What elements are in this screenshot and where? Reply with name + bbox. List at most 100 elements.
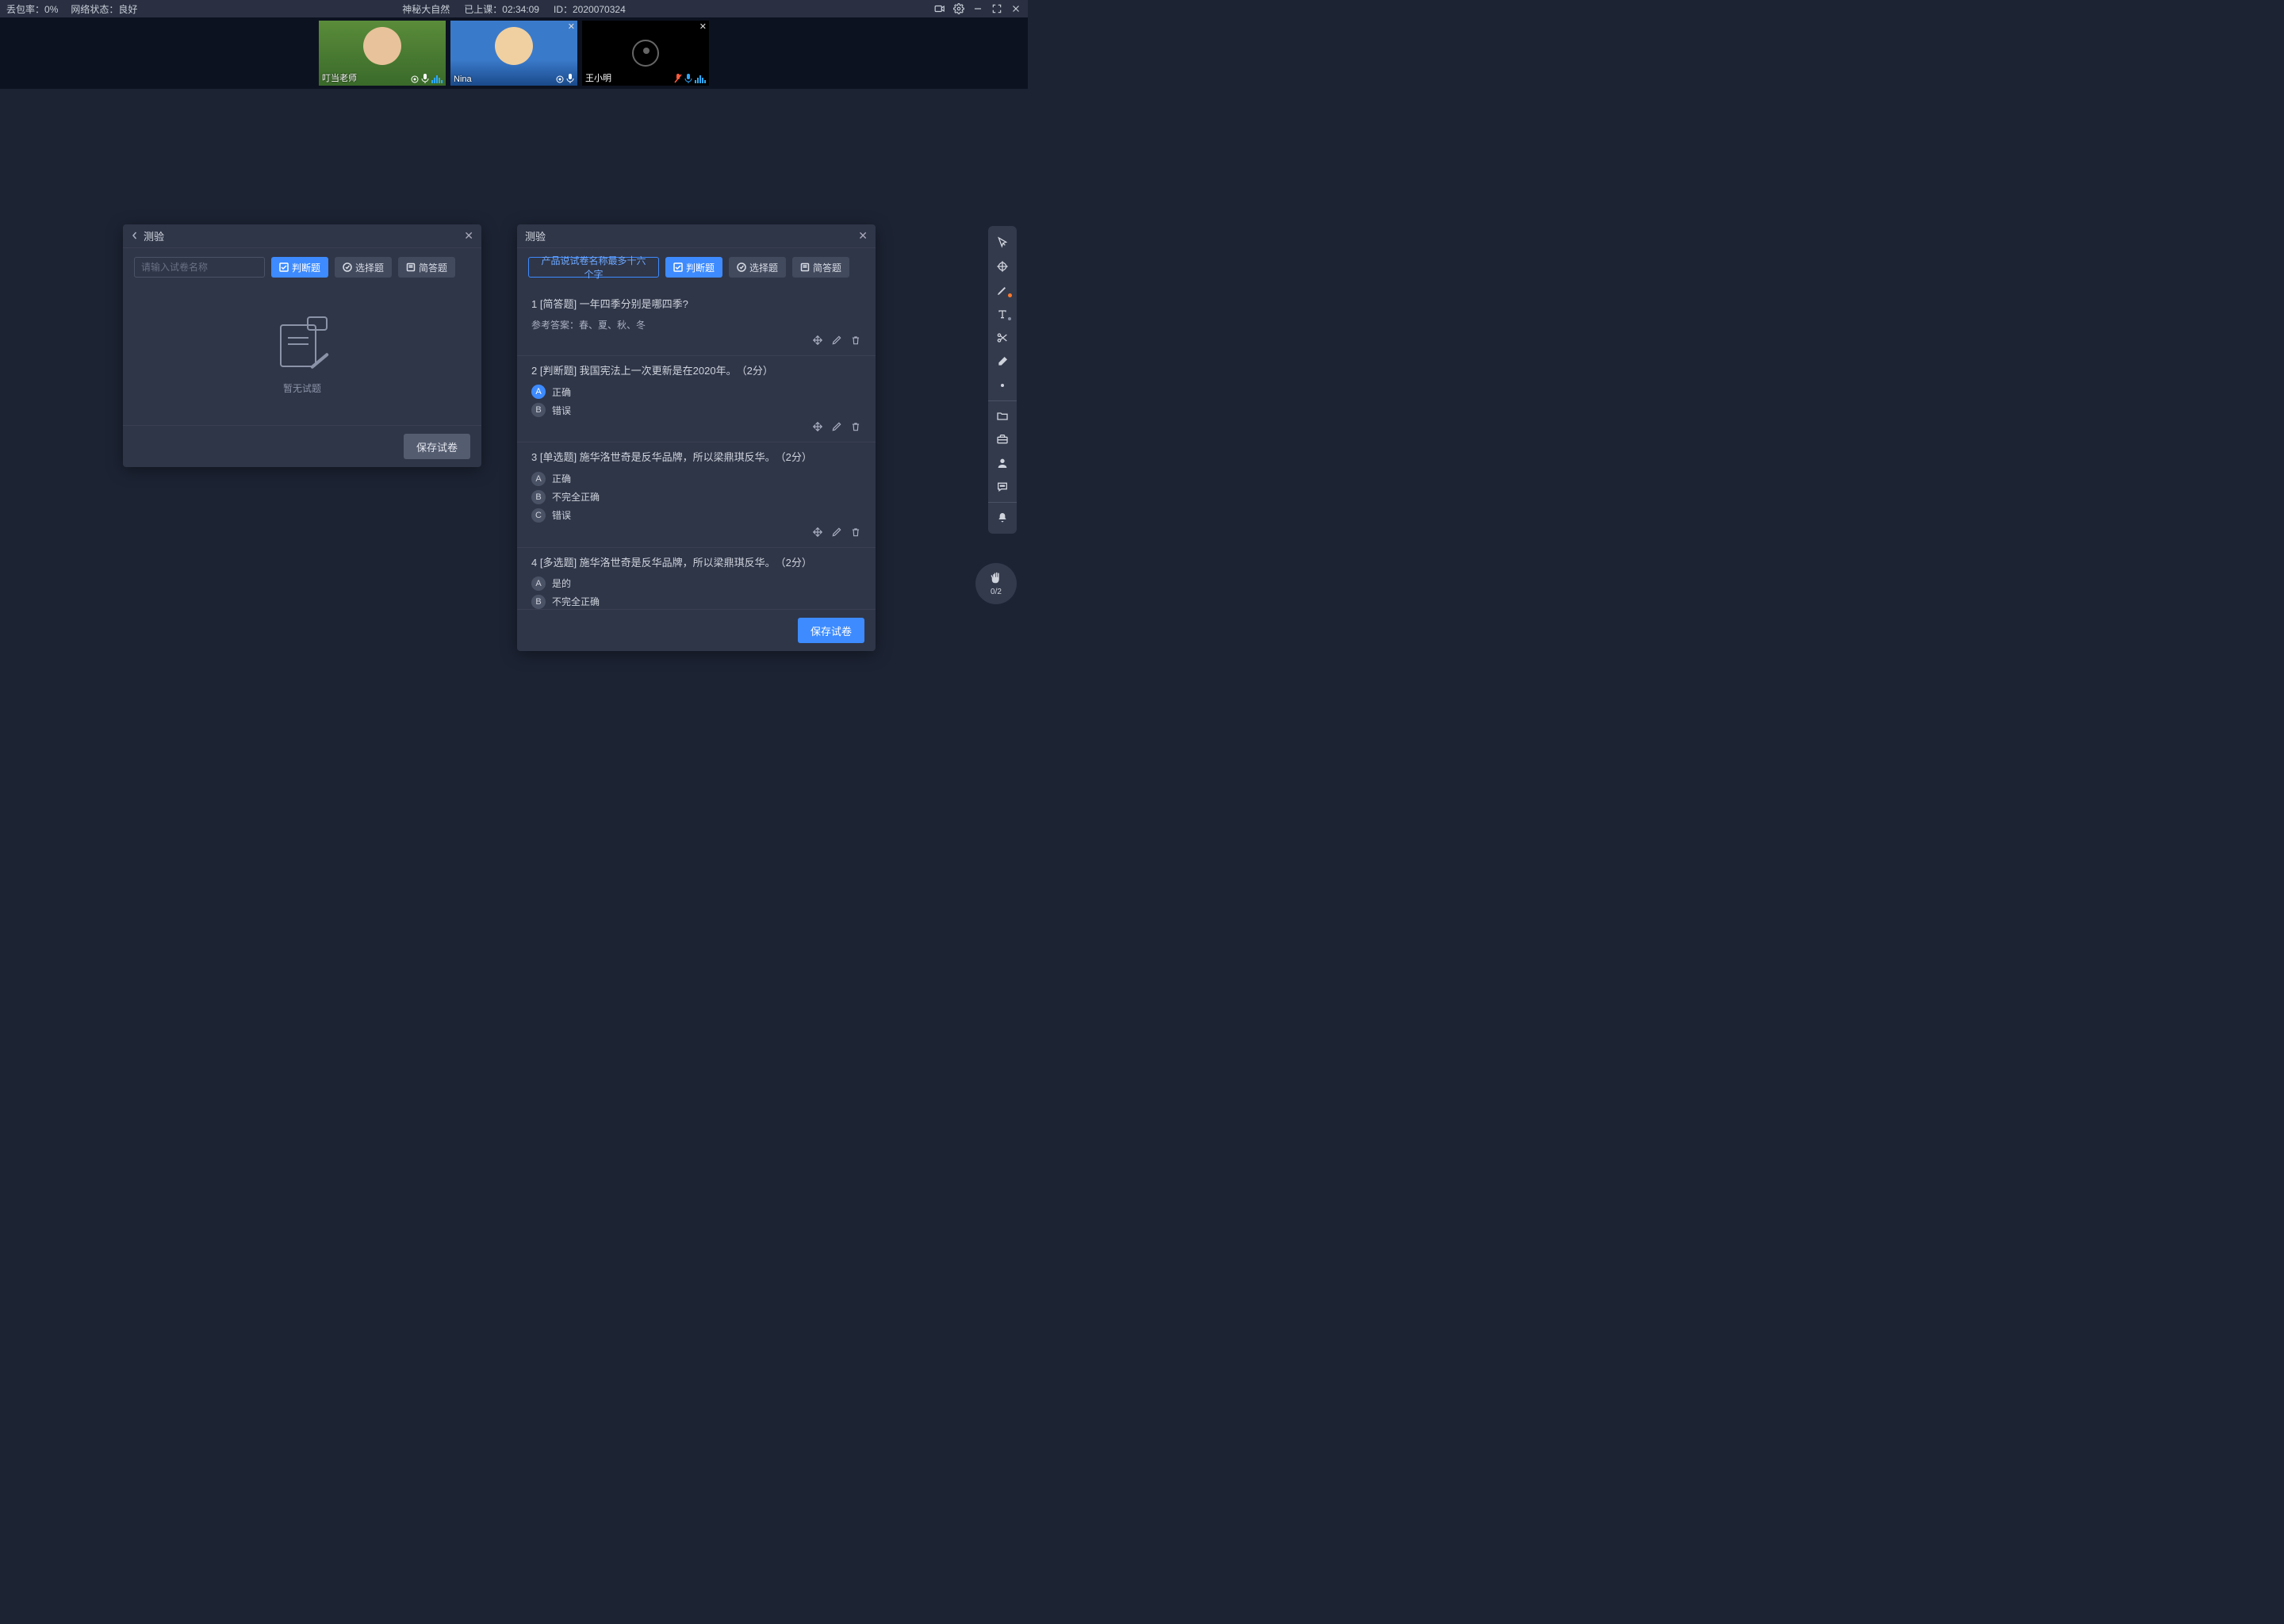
tab-short-button[interactable]: 简答题 bbox=[792, 257, 849, 278]
volume-bars-icon bbox=[695, 75, 706, 83]
move-icon[interactable] bbox=[812, 335, 823, 346]
empty-text: 暂无试题 bbox=[283, 381, 321, 395]
side-toolbar bbox=[988, 226, 1017, 534]
option-badge: A bbox=[531, 576, 546, 591]
option-badge: C bbox=[531, 508, 546, 523]
video-tile[interactable]: ✕ Nina bbox=[450, 21, 577, 86]
tab-choice-button[interactable]: 选择题 bbox=[729, 257, 786, 278]
user-tool-icon[interactable] bbox=[988, 451, 1017, 475]
question-title: 4 [多选题] 施华洛世奇是反华品牌，所以梁鼎琪反华。 （2分） bbox=[531, 556, 861, 570]
quiz-name-display[interactable]: 产品说试卷名称最多十六个字 bbox=[528, 257, 659, 278]
mic-icon bbox=[421, 74, 429, 83]
move-icon[interactable] bbox=[812, 421, 823, 432]
edit-icon[interactable] bbox=[831, 527, 842, 538]
panel-title: 测验 bbox=[144, 228, 164, 243]
delete-icon[interactable] bbox=[850, 421, 861, 432]
question-answer: 参考答案：春、夏、秋、冬 bbox=[531, 318, 861, 331]
course-name: 神秘大自然 bbox=[402, 2, 450, 16]
scissors-tool-icon[interactable] bbox=[988, 326, 1017, 350]
option-text: 错误 bbox=[552, 404, 571, 417]
mic-icon bbox=[566, 74, 574, 83]
move-icon[interactable] bbox=[812, 527, 823, 538]
camera-off-icon bbox=[632, 40, 659, 67]
mic-icon bbox=[684, 74, 692, 83]
question-actions bbox=[531, 335, 861, 346]
option-text: 是的 bbox=[552, 576, 571, 590]
tile-close-icon[interactable]: ✕ bbox=[568, 21, 575, 32]
signal-icon bbox=[411, 75, 419, 83]
question-item: 4 [多选题] 施华洛世奇是反华品牌，所以梁鼎琪反华。 （2分） A 是的 B … bbox=[517, 548, 876, 609]
option-row[interactable]: A 是的 bbox=[531, 576, 861, 591]
fullscreen-icon[interactable] bbox=[991, 3, 1002, 14]
question-actions bbox=[531, 421, 861, 432]
option-row[interactable]: C 错误 bbox=[531, 508, 861, 523]
option-text: 不完全正确 bbox=[552, 490, 600, 504]
empty-illustration-icon bbox=[270, 316, 334, 372]
network-status: 网络状态：良好 bbox=[71, 2, 137, 16]
delete-icon[interactable] bbox=[850, 335, 861, 346]
save-quiz-button[interactable]: 保存试卷 bbox=[798, 618, 864, 643]
elapsed-time: 已上课：02:34:09 bbox=[464, 2, 539, 16]
settings-icon[interactable] bbox=[953, 3, 964, 14]
tab-short-button[interactable]: 简答题 bbox=[398, 257, 455, 278]
bell-tool-icon[interactable] bbox=[988, 502, 1017, 529]
question-title: 1 [简答题] 一年四季分别是哪四季? bbox=[531, 297, 861, 312]
hand-raise-button[interactable]: 0/2 bbox=[975, 563, 1017, 604]
camera-toggle-icon[interactable] bbox=[934, 3, 945, 14]
option-badge: B bbox=[531, 595, 546, 609]
tab-judge-button[interactable]: 判断题 bbox=[271, 257, 328, 278]
brightness-tool-icon[interactable] bbox=[988, 373, 1017, 397]
text-tool-icon[interactable] bbox=[988, 302, 1017, 326]
question-list[interactable]: 1 [简答题] 一年四季分别是哪四季? 参考答案：春、夏、秋、冬 2 [判断题] … bbox=[517, 286, 876, 609]
question-item: 1 [简答题] 一年四季分别是哪四季? 参考答案：春、夏、秋、冬 bbox=[517, 289, 876, 356]
video-tile[interactable]: 叮当老师 bbox=[319, 21, 446, 86]
question-item: 2 [判断题] 我国宪法上一次更新是在2020年。 （2分） A 正确 B 错误 bbox=[517, 356, 876, 442]
quiz-name-input[interactable] bbox=[134, 257, 265, 278]
tile-close-icon[interactable]: ✕ bbox=[699, 21, 707, 32]
tile-name: 王小明 bbox=[585, 71, 611, 84]
cursor-tool-icon[interactable] bbox=[988, 231, 1017, 255]
option-row[interactable]: A 正确 bbox=[531, 472, 861, 486]
eraser-tool-icon[interactable] bbox=[988, 350, 1017, 373]
video-row: 叮当老师 ✕ Nina ✕ 王小明 bbox=[0, 17, 1028, 89]
option-badge: B bbox=[531, 490, 546, 504]
option-badge: B bbox=[531, 403, 546, 417]
panel-title: 测验 bbox=[525, 228, 546, 243]
video-tile[interactable]: ✕ 王小明 bbox=[582, 21, 709, 86]
delete-icon[interactable] bbox=[850, 527, 861, 538]
close-icon[interactable]: ✕ bbox=[464, 229, 473, 243]
folder-tool-icon[interactable] bbox=[988, 400, 1017, 427]
save-quiz-button[interactable]: 保存试卷 bbox=[404, 434, 470, 459]
quiz-panel-empty: 测验 ✕ 判断题 选择题 简答题 暂无试题 保存试卷 bbox=[123, 224, 481, 467]
mic-muted-icon bbox=[674, 74, 682, 83]
close-window-icon[interactable] bbox=[1010, 3, 1021, 14]
edit-icon[interactable] bbox=[831, 335, 842, 346]
option-badge: A bbox=[531, 385, 546, 399]
option-row[interactable]: B 错误 bbox=[531, 403, 861, 417]
minimize-icon[interactable] bbox=[972, 3, 983, 14]
option-row[interactable]: B 不完全正确 bbox=[531, 595, 861, 609]
option-text: 正确 bbox=[552, 385, 571, 399]
close-icon[interactable]: ✕ bbox=[858, 229, 868, 243]
move-tool-icon[interactable] bbox=[988, 255, 1017, 278]
hand-count: 0/2 bbox=[991, 588, 1002, 596]
pen-tool-icon[interactable] bbox=[988, 278, 1017, 302]
back-icon[interactable] bbox=[131, 229, 139, 243]
signal-icon bbox=[556, 75, 564, 83]
packet-loss: 丢包率：0% bbox=[6, 2, 58, 16]
tile-name: 叮当老师 bbox=[322, 71, 357, 84]
option-row[interactable]: B 不完全正确 bbox=[531, 490, 861, 504]
toolbox-tool-icon[interactable] bbox=[988, 427, 1017, 451]
tab-choice-button[interactable]: 选择题 bbox=[335, 257, 392, 278]
top-status-bar: 丢包率：0% 网络状态：良好 神秘大自然 已上课：02:34:09 ID：202… bbox=[0, 0, 1028, 17]
tab-judge-button[interactable]: 判断题 bbox=[665, 257, 722, 278]
volume-bars-icon bbox=[431, 75, 443, 83]
session-id: ID：2020070324 bbox=[554, 2, 626, 16]
option-text: 不完全正确 bbox=[552, 595, 600, 608]
option-text: 正确 bbox=[552, 472, 571, 485]
edit-icon[interactable] bbox=[831, 421, 842, 432]
chat-tool-icon[interactable] bbox=[988, 475, 1017, 499]
option-badge: A bbox=[531, 472, 546, 486]
question-actions bbox=[531, 527, 861, 538]
option-row[interactable]: A 正确 bbox=[531, 385, 861, 399]
